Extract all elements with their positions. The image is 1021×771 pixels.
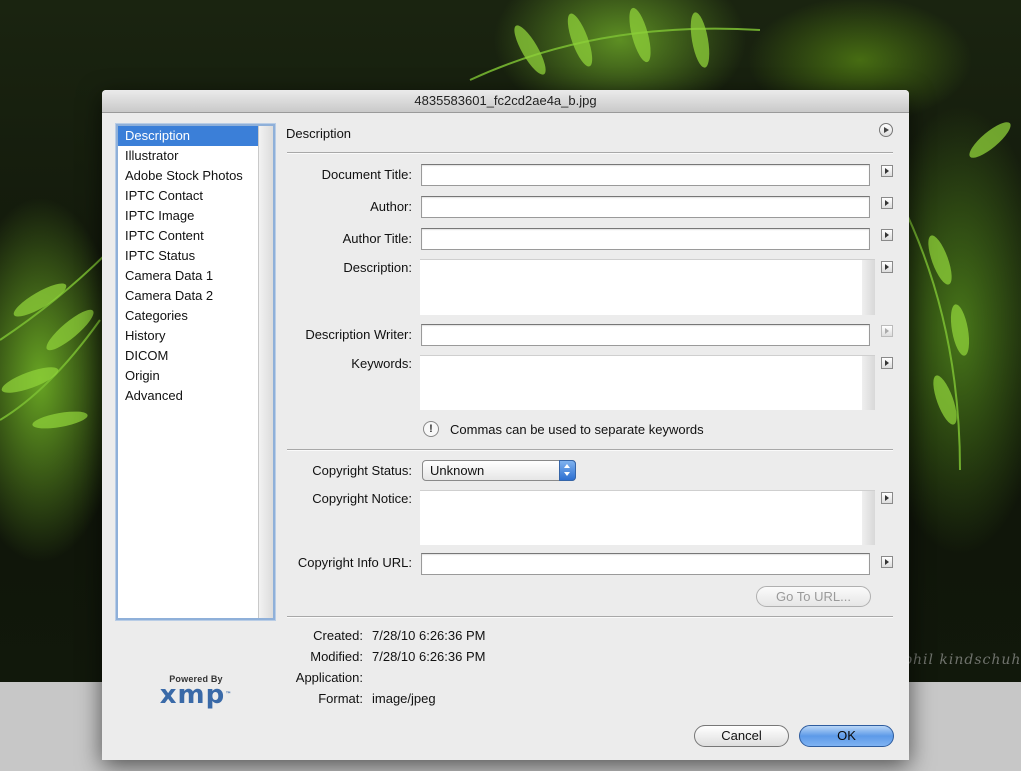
panel-item-description[interactable]: Description <box>118 126 273 146</box>
copyright-status-label: Copyright Status: <box>312 463 412 478</box>
panel-item-categories[interactable]: Categories <box>118 306 273 326</box>
copyright-status-value: Unknown <box>430 463 485 478</box>
panel-item-history[interactable]: History <box>118 326 273 346</box>
copyright-notice-menu-icon[interactable] <box>881 492 893 504</box>
file-info-dialog: 4835583601_fc2cd2ae4a_b.jpg Description … <box>102 90 909 760</box>
document-title-menu-icon[interactable] <box>881 165 893 177</box>
description-scrollbar[interactable] <box>862 260 875 315</box>
panel-item-dicom[interactable]: DICOM <box>118 346 273 366</box>
description-writer-label: Description Writer: <box>305 327 412 342</box>
xmp-name: xmp <box>159 680 226 710</box>
description-menu-icon[interactable] <box>881 261 893 273</box>
description-textarea[interactable] <box>420 259 875 315</box>
panel-list-scrollbar[interactable] <box>258 126 273 618</box>
window-titlebar[interactable]: 4835583601_fc2cd2ae4a_b.jpg <box>102 90 909 113</box>
format-value: image/jpeg <box>372 691 436 706</box>
document-title-field[interactable] <box>421 164 870 186</box>
panel-item-camera-data-2[interactable]: Camera Data 2 <box>118 286 273 306</box>
keywords-textarea[interactable] <box>420 355 875 410</box>
panel-item-illustrator[interactable]: Illustrator <box>118 146 273 166</box>
panel-list: Description Illustrator Adobe Stock Phot… <box>116 124 275 620</box>
panel-item-iptc-status[interactable]: IPTC Status <box>118 246 273 266</box>
xmp-trademark: ™ <box>225 691 233 698</box>
separator <box>287 152 893 154</box>
copyright-notice-label: Copyright Notice: <box>312 491 412 506</box>
author-field[interactable] <box>421 196 870 218</box>
panel-item-iptc-content[interactable]: IPTC Content <box>118 226 273 246</box>
copyright-status-select[interactable]: Unknown <box>422 460 576 481</box>
separator <box>287 616 893 618</box>
copyright-info-url-field[interactable] <box>421 553 870 575</box>
panel-item-origin[interactable]: Origin <box>118 366 273 386</box>
author-title-menu-icon[interactable] <box>881 229 893 241</box>
author-menu-icon[interactable] <box>881 197 893 209</box>
format-label: Format: <box>318 691 363 706</box>
description-writer-field[interactable] <box>421 324 870 346</box>
panel-item-iptc-contact[interactable]: IPTC Contact <box>118 186 273 206</box>
author-title-field[interactable] <box>421 228 870 250</box>
xmp-logo: Powered By xmp™ <box>158 674 234 714</box>
keywords-label: Keywords: <box>351 356 412 371</box>
copyright-info-url-label: Copyright Info URL: <box>297 555 412 570</box>
created-value: 7/28/10 6:26:36 PM <box>372 628 486 643</box>
copyright-notice-textarea[interactable] <box>420 490 875 545</box>
copyright-notice-scrollbar[interactable] <box>862 491 875 545</box>
author-title-label: Author Title: <box>342 231 412 246</box>
document-title-label: Document Title: <box>321 167 412 182</box>
panel-item-camera-data-1[interactable]: Camera Data 1 <box>118 266 273 286</box>
cancel-button[interactable]: Cancel <box>694 725 789 747</box>
panel-item-iptc-image[interactable]: IPTC Image <box>118 206 273 226</box>
separator <box>287 449 893 451</box>
created-label: Created: <box>313 628 363 643</box>
keywords-menu-icon[interactable] <box>881 357 893 369</box>
go-to-url-button: Go To URL... <box>756 586 871 607</box>
keywords-hint: Commas can be used to separate keywords <box>450 422 704 437</box>
xmp-wordmark: xmp™ <box>158 682 234 708</box>
keywords-scrollbar[interactable] <box>862 356 875 410</box>
photo-watermark: phil kindschuh <box>903 652 1021 668</box>
ok-button[interactable]: OK <box>799 725 894 747</box>
exclamation-icon: ! <box>423 421 439 437</box>
application-label: Application: <box>295 670 363 685</box>
select-stepper-icon <box>559 460 576 481</box>
panel-item-advanced[interactable]: Advanced <box>118 386 273 406</box>
modified-value: 7/28/10 6:26:36 PM <box>372 649 486 664</box>
pane-menu-icon[interactable] <box>879 123 893 137</box>
pane-title: Description <box>286 126 352 141</box>
description-label: Description: <box>343 260 412 275</box>
copyright-info-url-menu-icon[interactable] <box>881 556 893 568</box>
author-label: Author: <box>370 199 412 214</box>
modified-label: Modified: <box>310 649 363 664</box>
description-writer-menu-icon <box>881 325 893 337</box>
panel-item-adobe-stock-photos[interactable]: Adobe Stock Photos <box>118 166 273 186</box>
